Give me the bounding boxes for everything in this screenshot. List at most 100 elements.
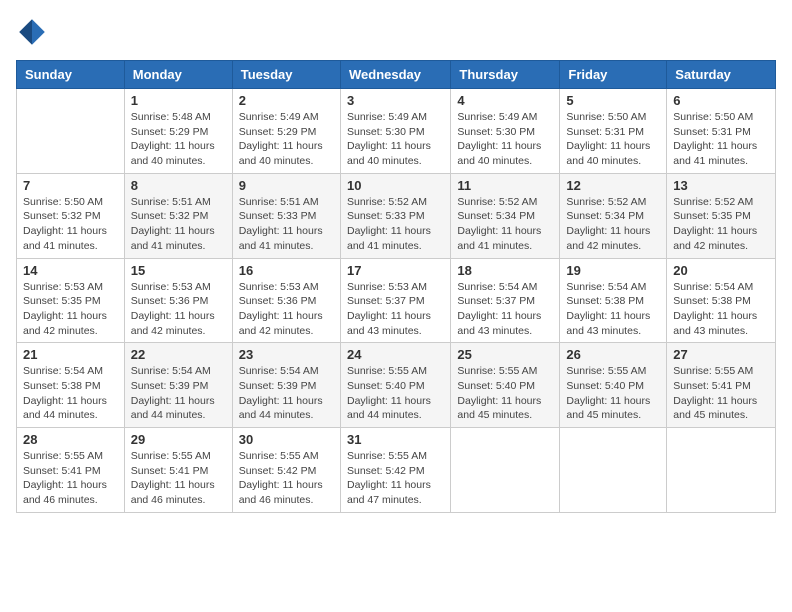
- calendar-cell: 1 Sunrise: 5:48 AMSunset: 5:29 PMDaylight…: [124, 89, 232, 174]
- day-header-sunday: Sunday: [17, 61, 125, 89]
- calendar-cell: 24 Sunrise: 5:55 AMSunset: 5:40 PMDayligh…: [340, 343, 450, 428]
- day-number: 15: [131, 263, 226, 278]
- calendar-week-row: 14Sunrise: 5:53 AMSunset: 5:35 PMDayligh…: [17, 258, 776, 343]
- day-info: Sunrise: 5:55 AMSunset: 5:41 PMDaylight:…: [23, 449, 118, 508]
- day-info: Sunrise: 5:49 AMSunset: 5:30 PMDaylight:…: [457, 110, 553, 169]
- calendar-cell: 21Sunrise: 5:54 AMSunset: 5:38 PMDayligh…: [17, 343, 125, 428]
- day-info: Sunrise: 5:52 AMSunset: 5:35 PMDaylight:…: [673, 195, 769, 254]
- calendar-cell: [451, 428, 560, 513]
- calendar-cell: 6 Sunrise: 5:50 AMSunset: 5:31 PMDaylight…: [667, 89, 776, 174]
- day-number: 3: [347, 93, 444, 108]
- calendar-cell: 5 Sunrise: 5:50 AMSunset: 5:31 PMDaylight…: [560, 89, 667, 174]
- day-info: Sunrise: 5:50 AMSunset: 5:31 PMDaylight:…: [673, 110, 769, 169]
- logo: [16, 16, 52, 48]
- day-number: 11: [457, 178, 553, 193]
- calendar-cell: 14Sunrise: 5:53 AMSunset: 5:35 PMDayligh…: [17, 258, 125, 343]
- calendar-week-row: 21Sunrise: 5:54 AMSunset: 5:38 PMDayligh…: [17, 343, 776, 428]
- calendar-cell: 19 Sunrise: 5:54 AMSunset: 5:38 PMDayligh…: [560, 258, 667, 343]
- calendar-cell: 31 Sunrise: 5:55 AMSunset: 5:42 PMDayligh…: [340, 428, 450, 513]
- calendar-cell: 16 Sunrise: 5:53 AMSunset: 5:36 PMDayligh…: [232, 258, 340, 343]
- day-info: Sunrise: 5:54 AMSunset: 5:38 PMDaylight:…: [566, 280, 660, 339]
- calendar-cell: 11 Sunrise: 5:52 AMSunset: 5:34 PMDayligh…: [451, 173, 560, 258]
- calendar-cell: 28 Sunrise: 5:55 AMSunset: 5:41 PMDayligh…: [17, 428, 125, 513]
- day-info: Sunrise: 5:49 AMSunset: 5:29 PMDaylight:…: [239, 110, 334, 169]
- day-number: 5: [566, 93, 660, 108]
- day-number: 24: [347, 347, 444, 362]
- day-number: 12: [566, 178, 660, 193]
- day-header-wednesday: Wednesday: [340, 61, 450, 89]
- day-info: Sunrise: 5:50 AMSunset: 5:31 PMDaylight:…: [566, 110, 660, 169]
- day-info: Sunrise: 5:52 AMSunset: 5:33 PMDaylight:…: [347, 195, 444, 254]
- calendar-cell: 27 Sunrise: 5:55 AMSunset: 5:41 PMDayligh…: [667, 343, 776, 428]
- day-info: Sunrise: 5:49 AMSunset: 5:30 PMDaylight:…: [347, 110, 444, 169]
- calendar-cell: 8 Sunrise: 5:51 AMSunset: 5:32 PMDaylight…: [124, 173, 232, 258]
- day-number: 28: [23, 432, 118, 447]
- day-number: 31: [347, 432, 444, 447]
- day-number: 25: [457, 347, 553, 362]
- day-number: 6: [673, 93, 769, 108]
- day-number: 19: [566, 263, 660, 278]
- day-header-friday: Friday: [560, 61, 667, 89]
- day-info: Sunrise: 5:55 AMSunset: 5:40 PMDaylight:…: [457, 364, 553, 423]
- day-info: Sunrise: 5:55 AMSunset: 5:41 PMDaylight:…: [131, 449, 226, 508]
- day-info: Sunrise: 5:55 AMSunset: 5:42 PMDaylight:…: [347, 449, 444, 508]
- calendar-cell: [667, 428, 776, 513]
- calendar-cell: [17, 89, 125, 174]
- day-info: Sunrise: 5:51 AMSunset: 5:33 PMDaylight:…: [239, 195, 334, 254]
- calendar-cell: 7 Sunrise: 5:50 AMSunset: 5:32 PMDaylight…: [17, 173, 125, 258]
- day-number: 2: [239, 93, 334, 108]
- day-info: Sunrise: 5:53 AMSunset: 5:36 PMDaylight:…: [239, 280, 334, 339]
- day-number: 4: [457, 93, 553, 108]
- calendar-cell: 26 Sunrise: 5:55 AMSunset: 5:40 PMDayligh…: [560, 343, 667, 428]
- day-header-saturday: Saturday: [667, 61, 776, 89]
- calendar-cell: [560, 428, 667, 513]
- day-info: Sunrise: 5:50 AMSunset: 5:32 PMDaylight:…: [23, 195, 118, 254]
- day-number: 23: [239, 347, 334, 362]
- calendar-week-row: 28 Sunrise: 5:55 AMSunset: 5:41 PMDayligh…: [17, 428, 776, 513]
- day-info: Sunrise: 5:54 AMSunset: 5:37 PMDaylight:…: [457, 280, 553, 339]
- calendar-cell: 29 Sunrise: 5:55 AMSunset: 5:41 PMDayligh…: [124, 428, 232, 513]
- day-info: Sunrise: 5:53 AMSunset: 5:36 PMDaylight:…: [131, 280, 226, 339]
- day-info: Sunrise: 5:55 AMSunset: 5:42 PMDaylight:…: [239, 449, 334, 508]
- day-number: 30: [239, 432, 334, 447]
- day-number: 18: [457, 263, 553, 278]
- day-info: Sunrise: 5:55 AMSunset: 5:40 PMDaylight:…: [566, 364, 660, 423]
- calendar-cell: 22Sunrise: 5:54 AMSunset: 5:39 PMDayligh…: [124, 343, 232, 428]
- calendar-cell: 15 Sunrise: 5:53 AMSunset: 5:36 PMDayligh…: [124, 258, 232, 343]
- calendar-cell: 9 Sunrise: 5:51 AMSunset: 5:33 PMDaylight…: [232, 173, 340, 258]
- calendar-week-row: 7 Sunrise: 5:50 AMSunset: 5:32 PMDaylight…: [17, 173, 776, 258]
- day-number: 14: [23, 263, 118, 278]
- day-number: 1: [131, 93, 226, 108]
- day-info: Sunrise: 5:55 AMSunset: 5:41 PMDaylight:…: [673, 364, 769, 423]
- day-info: Sunrise: 5:48 AMSunset: 5:29 PMDaylight:…: [131, 110, 226, 169]
- calendar-cell: 20 Sunrise: 5:54 AMSunset: 5:38 PMDayligh…: [667, 258, 776, 343]
- day-number: 7: [23, 178, 118, 193]
- day-info: Sunrise: 5:53 AMSunset: 5:37 PMDaylight:…: [347, 280, 444, 339]
- day-number: 17: [347, 263, 444, 278]
- day-number: 8: [131, 178, 226, 193]
- calendar-cell: 10 Sunrise: 5:52 AMSunset: 5:33 PMDayligh…: [340, 173, 450, 258]
- calendar-cell: 30 Sunrise: 5:55 AMSunset: 5:42 PMDayligh…: [232, 428, 340, 513]
- day-number: 13: [673, 178, 769, 193]
- day-info: Sunrise: 5:52 AMSunset: 5:34 PMDaylight:…: [457, 195, 553, 254]
- calendar-cell: 18 Sunrise: 5:54 AMSunset: 5:37 PMDayligh…: [451, 258, 560, 343]
- day-number: 20: [673, 263, 769, 278]
- day-info: Sunrise: 5:52 AMSunset: 5:34 PMDaylight:…: [566, 195, 660, 254]
- calendar-cell: 25 Sunrise: 5:55 AMSunset: 5:40 PMDayligh…: [451, 343, 560, 428]
- day-number: 29: [131, 432, 226, 447]
- day-info: Sunrise: 5:54 AMSunset: 5:38 PMDaylight:…: [673, 280, 769, 339]
- day-number: 9: [239, 178, 334, 193]
- day-header-tuesday: Tuesday: [232, 61, 340, 89]
- day-info: Sunrise: 5:55 AMSunset: 5:40 PMDaylight:…: [347, 364, 444, 423]
- calendar-week-row: 1 Sunrise: 5:48 AMSunset: 5:29 PMDaylight…: [17, 89, 776, 174]
- logo-icon: [16, 16, 48, 48]
- day-number: 22: [131, 347, 226, 362]
- day-header-thursday: Thursday: [451, 61, 560, 89]
- day-info: Sunrise: 5:54 AMSunset: 5:38 PMDaylight:…: [23, 364, 118, 423]
- day-number: 27: [673, 347, 769, 362]
- day-number: 16: [239, 263, 334, 278]
- day-info: Sunrise: 5:51 AMSunset: 5:32 PMDaylight:…: [131, 195, 226, 254]
- calendar-cell: 13 Sunrise: 5:52 AMSunset: 5:35 PMDayligh…: [667, 173, 776, 258]
- day-number: 26: [566, 347, 660, 362]
- day-number: 10: [347, 178, 444, 193]
